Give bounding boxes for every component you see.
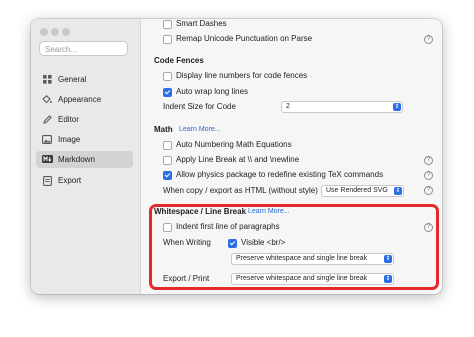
sidebar-item-general[interactable]: General [36, 71, 133, 88]
sidebar-item-image[interactable]: Image [36, 131, 133, 148]
export-print-select[interactable]: Preserve whitespace and single line brea… [231, 273, 394, 285]
auto-numbering-checkbox[interactable] [163, 141, 172, 150]
remap-unicode-checkbox[interactable] [163, 35, 172, 44]
when-writing-select[interactable]: Preserve whitespace and single line brea… [231, 253, 394, 265]
copy-export-label: When copy / export as HTML (without styl… [163, 186, 318, 195]
export-icon [42, 176, 52, 186]
grid-icon [42, 75, 52, 84]
sidebar-item-label: Appearance [58, 95, 102, 104]
sidebar-item-label: Image [58, 135, 81, 144]
sidebar: Search... General Appearance Editor Imag… [31, 19, 141, 294]
when-writing-value: Preserve whitespace and single line brea… [236, 255, 368, 262]
export-print-value: Preserve whitespace and single line brea… [236, 275, 368, 282]
when-writing-label: When Writing [163, 238, 211, 247]
indent-size-select[interactable]: 2 ⇕ [281, 101, 403, 113]
chevron-up-down-icon: ⇕ [384, 255, 392, 263]
indent-size-value: 2 [286, 103, 290, 110]
whitespace-learn-more-link[interactable]: Learn More... [248, 207, 290, 217]
math-heading: Math [154, 125, 173, 134]
line-break-label: Apply Line Break at \\ and \newline [176, 155, 300, 164]
whitespace-heading: Whitespace / Line Break [154, 207, 247, 216]
chevron-up-down-icon: ⇕ [394, 187, 402, 195]
remap-unicode-label: Remap Unicode Punctuation on Parse [176, 34, 313, 43]
markdown-settings-panel: Smart Dashes Remap Unicode Punctuation o… [141, 19, 442, 294]
auto-numbering-label: Auto Numbering Math Equations [176, 140, 292, 149]
sidebar-item-label: Export [58, 176, 82, 185]
physics-package-checkbox[interactable] [163, 171, 172, 180]
search-input[interactable]: Search... [39, 41, 128, 56]
auto-wrap-label: Auto wrap long lines [176, 87, 249, 96]
visible-br-label: Visible <br/> [241, 238, 286, 247]
math-learn-more-link[interactable]: Learn More... [179, 125, 221, 135]
image-icon [42, 135, 52, 144]
chevron-up-down-icon: ⇕ [384, 275, 392, 283]
line-numbers-label: Display line numbers for code fences [176, 71, 308, 80]
copy-export-value: Use Rendered SVG [326, 187, 388, 194]
sidebar-item-editor[interactable]: Editor [36, 111, 133, 128]
indent-size-label: Indent Size for Code [163, 102, 236, 111]
help-icon[interactable]: ? [424, 35, 433, 44]
smart-dashes-label: Smart Dashes [176, 19, 227, 28]
sidebar-item-label: Editor [58, 115, 79, 124]
help-icon[interactable]: ? [424, 156, 433, 165]
physics-package-label: Allow physics package to redefine existi… [176, 170, 384, 179]
sidebar-item-export[interactable]: Export [36, 172, 133, 189]
line-break-checkbox[interactable] [163, 156, 172, 165]
sidebar-item-label: General [58, 75, 87, 84]
sidebar-item-label: Markdown [58, 155, 95, 164]
markdown-icon [42, 155, 53, 164]
help-icon[interactable]: ? [424, 223, 433, 232]
sidebar-item-appearance[interactable]: Appearance [36, 91, 133, 108]
line-numbers-checkbox[interactable] [163, 72, 172, 81]
close-window-button[interactable] [40, 28, 48, 36]
indent-first-line-checkbox[interactable] [163, 223, 172, 232]
export-print-label: Export / Print [163, 274, 210, 283]
help-icon[interactable]: ? [424, 171, 433, 180]
smart-dashes-checkbox[interactable] [163, 20, 172, 29]
copy-export-select[interactable]: Use Rendered SVG ⇕ [321, 185, 404, 197]
paint-bucket-icon [42, 95, 52, 104]
pencil-icon [42, 115, 52, 124]
code-fences-heading: Code Fences [154, 56, 204, 65]
auto-wrap-checkbox[interactable] [163, 88, 172, 97]
sidebar-item-markdown[interactable]: Markdown [36, 151, 133, 168]
zoom-window-button[interactable] [62, 28, 70, 36]
help-icon[interactable]: ? [424, 186, 433, 195]
chevron-up-down-icon: ⇕ [393, 103, 401, 111]
preferences-window: Search... General Appearance Editor Imag… [31, 19, 442, 294]
minimize-window-button[interactable] [51, 28, 59, 36]
indent-first-line-label: Indent first line of paragraphs [176, 222, 280, 231]
visible-br-checkbox[interactable] [228, 239, 237, 248]
